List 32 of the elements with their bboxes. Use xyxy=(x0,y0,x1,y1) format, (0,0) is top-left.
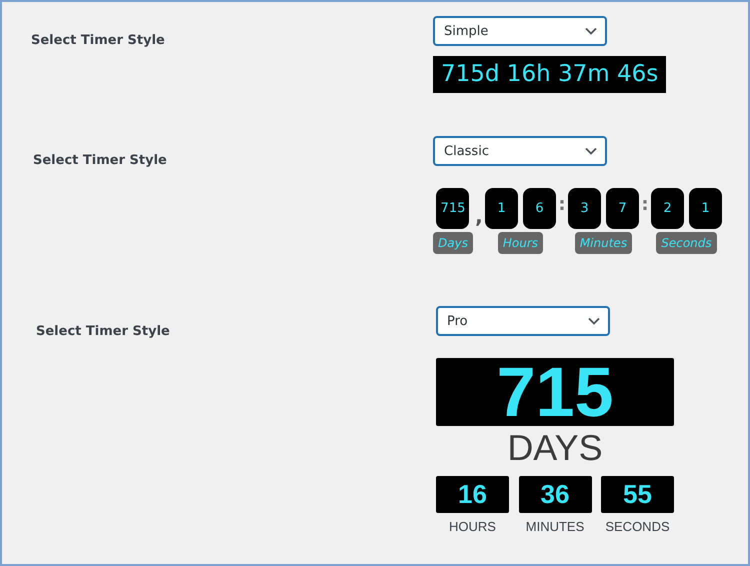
unit-label: DAYS xyxy=(506,426,604,470)
digit-tile: 3 xyxy=(568,188,601,229)
field-label: Select Timer Style xyxy=(35,323,171,341)
timer-style-dropdown[interactable]: Pro xyxy=(436,306,610,336)
chevron-down-icon xyxy=(585,147,597,155)
days-counter: 715 xyxy=(436,358,674,426)
unit-label: MINUTES xyxy=(526,519,584,534)
separator: : xyxy=(557,194,567,215)
timer-style-dropdown[interactable]: Classic xyxy=(433,136,607,166)
digit-tile: 715 xyxy=(436,188,470,229)
unit-label: Minutes xyxy=(574,232,632,254)
digit-tile: 7 xyxy=(606,188,639,229)
digit-tile: 6 xyxy=(522,188,556,229)
separator: , xyxy=(474,204,484,228)
countdown-timer: 715d 16h 37m 46s xyxy=(433,56,666,93)
separator: : xyxy=(640,194,650,215)
unit-label: HOURS xyxy=(449,519,496,534)
unit-label: Hours xyxy=(498,232,544,254)
unit-label: Days xyxy=(433,232,473,254)
digit-tile: 2 xyxy=(650,188,684,229)
time-counter: 16 xyxy=(436,476,509,513)
field-label: Select Timer Style xyxy=(30,32,166,50)
time-counter: 55 xyxy=(601,476,674,513)
timer-style-dropdown[interactable]: Simple xyxy=(433,16,607,46)
chevron-down-icon xyxy=(585,27,597,35)
digit-tile: 1 xyxy=(688,188,722,229)
chevron-down-icon xyxy=(588,317,600,325)
unit-label: Seconds xyxy=(656,232,717,254)
time-counter: 36 xyxy=(518,476,592,513)
digit-tile: 1 xyxy=(484,188,518,229)
unit-label: SECONDS xyxy=(605,519,670,534)
field-label: Select Timer Style xyxy=(32,152,168,170)
